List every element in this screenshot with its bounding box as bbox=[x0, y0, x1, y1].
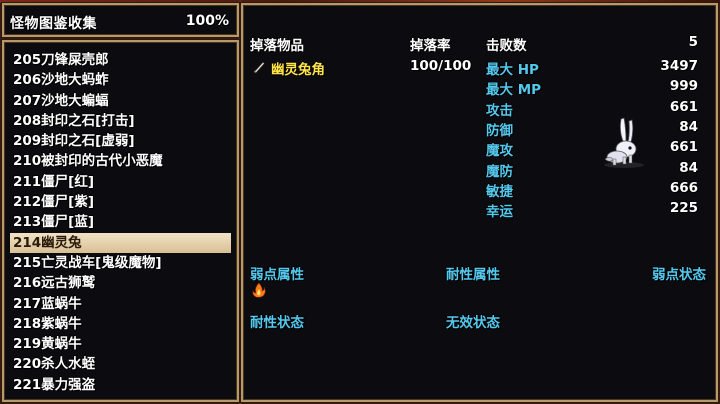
stat-value: 661 bbox=[669, 98, 698, 115]
stat-label: 魔防 bbox=[486, 163, 513, 180]
monster-list-item-selected[interactable]: 214幽灵兔 bbox=[10, 232, 231, 253]
defeat-count-label: 击败数 bbox=[486, 38, 527, 54]
monster-list-item[interactable]: 209封印之石[虚弱] bbox=[10, 131, 231, 151]
drop-item-header: 掉落物品 bbox=[250, 38, 304, 54]
monster-list-item[interactable]: 215亡灵战车[鬼级魔物] bbox=[10, 253, 231, 273]
stat-value: 3497 bbox=[660, 58, 698, 74]
stat-label: 幸运 bbox=[486, 204, 513, 221]
monster-list-item[interactable]: 205刀锋屎壳郎 bbox=[10, 50, 231, 70]
drop-rate-header: 掉落率 bbox=[410, 38, 451, 54]
weak-state-label: 弱点状态 bbox=[652, 267, 706, 283]
stat-label: 攻击 bbox=[486, 102, 513, 119]
monster-list: 205刀锋屎壳郎 206沙地大蚂蚱 207沙地大蝙蝠 208封印之石[打击] 209封印… bbox=[10, 50, 231, 395]
monster-list-item[interactable]: 211僵尸[红] bbox=[10, 172, 231, 192]
horn-icon bbox=[252, 59, 266, 74]
stat-label: 敏捷 bbox=[486, 183, 513, 200]
monster-list-item[interactable]: 218紫蜗牛 bbox=[10, 314, 231, 334]
bestiary-title: 怪物图鉴收集 bbox=[10, 16, 97, 32]
weak-attribute-label: 弱点属性 bbox=[250, 267, 304, 283]
stat-value: 666 bbox=[669, 179, 698, 196]
stat-value: 225 bbox=[669, 200, 698, 217]
monster-list-item[interactable]: 207沙地大蝙蝠 bbox=[10, 91, 231, 111]
monster-list-item[interactable]: 219黄蜗牛 bbox=[10, 334, 231, 354]
resist-state-label: 耐性状态 bbox=[250, 315, 304, 331]
stat-label: 魔攻 bbox=[486, 143, 513, 160]
monster-list-item[interactable]: 217蓝蜗牛 bbox=[10, 294, 231, 314]
stat-value: 661 bbox=[669, 139, 698, 156]
drop-rate-value: 100/100 bbox=[410, 58, 472, 74]
monster-list-item[interactable]: 210被封印的古代小恶魔 bbox=[10, 151, 231, 171]
monster-list-item[interactable]: 208封印之石[打击] bbox=[10, 111, 231, 131]
monster-list-item[interactable]: 206沙地大蚂蚱 bbox=[10, 70, 231, 90]
drop-item-name: 幽灵兔角 bbox=[271, 62, 325, 78]
defeat-count-value: 5 bbox=[688, 34, 698, 50]
stat-label: 防御 bbox=[486, 122, 513, 139]
monster-list-item[interactable]: 212僵尸[紫] bbox=[10, 192, 231, 212]
stat-value: 84 bbox=[679, 118, 698, 135]
stat-value: 999 bbox=[669, 78, 698, 95]
monster-list-window: 205刀锋屎壳郎 206沙地大蚂蚱 207沙地大蝙蝠 208封印之石[打击] 209封印… bbox=[2, 40, 239, 402]
completion-percent: 100% bbox=[185, 13, 229, 29]
fire-icon bbox=[251, 282, 267, 298]
monster-list-item[interactable]: 216远古狮鹫 bbox=[10, 273, 231, 293]
monster-list-item[interactable]: 220杀人水蛭 bbox=[10, 354, 231, 374]
monster-detail-window: 掉落物品 掉落率 击败数 5 幽灵兔角 100/100 最大 HP 3497 最大 … bbox=[241, 3, 718, 402]
monster-list-item[interactable]: 221暴力强盗 bbox=[10, 375, 231, 395]
resist-attribute-label: 耐性属性 bbox=[446, 267, 500, 283]
stat-label: 最大 HP bbox=[486, 62, 539, 78]
monster-list-item[interactable]: 213僵尸[蓝] bbox=[10, 212, 231, 232]
bestiary-header-window: 怪物图鉴收集 100% bbox=[2, 3, 239, 37]
stat-value: 84 bbox=[679, 159, 698, 176]
ghost-rabbit-sprite bbox=[599, 115, 649, 171]
immune-state-label: 无效状态 bbox=[446, 315, 500, 331]
stat-label: 最大 MP bbox=[486, 82, 542, 99]
